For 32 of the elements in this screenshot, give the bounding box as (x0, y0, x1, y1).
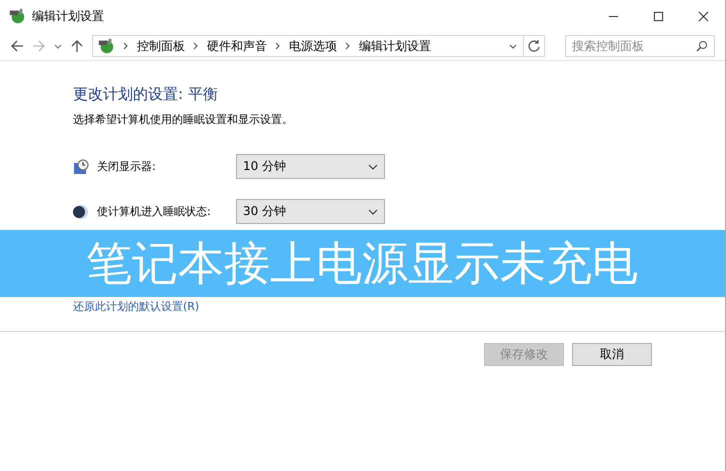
maximize-icon[interactable] (653, 10, 664, 22)
search-icon (696, 40, 708, 52)
setting-label: 使计算机进入睡眠状态: (97, 204, 212, 219)
page-heading: 更改计划的设置: 平衡 (73, 85, 219, 104)
chevron-right-icon (193, 42, 199, 50)
chevron-right-icon (275, 42, 281, 50)
chevron-down-icon[interactable] (54, 42, 62, 50)
caption-banner: 笔记本接上电源显示未充电 (0, 230, 725, 297)
setting-label: 关闭显示器: (97, 159, 157, 174)
breadcrumb-item[interactable]: 电源选项 (289, 38, 337, 54)
back-arrow-icon[interactable] (10, 39, 24, 53)
cancel-button[interactable]: 取消 (572, 343, 652, 366)
breadcrumb-item[interactable]: 编辑计划设置 (359, 38, 431, 54)
chevron-right-icon (345, 42, 351, 50)
chevron-down-icon[interactable] (509, 42, 517, 50)
chevron-down-icon (368, 164, 378, 170)
window-title: 编辑计划设置 (32, 8, 104, 24)
address-bar[interactable]: 控制面板 硬件和声音 电源选项 编辑计划设置 (92, 35, 524, 57)
breadcrumb-item[interactable]: 硬件和声音 (207, 38, 267, 54)
refresh-icon[interactable] (524, 35, 545, 57)
search-field[interactable]: 搜索控制面板 (565, 35, 715, 57)
moon-icon (73, 204, 89, 220)
description-text: 选择希望计算机使用的睡眠设置和显示设置。 (73, 112, 294, 127)
close-icon[interactable] (698, 10, 709, 22)
breadcrumb-item[interactable]: 控制面板 (137, 38, 185, 54)
monitor-clock-icon (73, 158, 89, 174)
restore-defaults-link[interactable]: 还原此计划的默认设置(R) (73, 299, 200, 314)
chevron-right-icon (123, 42, 129, 50)
dropdown[interactable]: 10 分钟 (236, 154, 385, 179)
dropdown[interactable]: 30 分钟 (236, 199, 385, 224)
up-arrow-icon[interactable] (70, 39, 84, 53)
chevron-down-icon (368, 208, 378, 214)
